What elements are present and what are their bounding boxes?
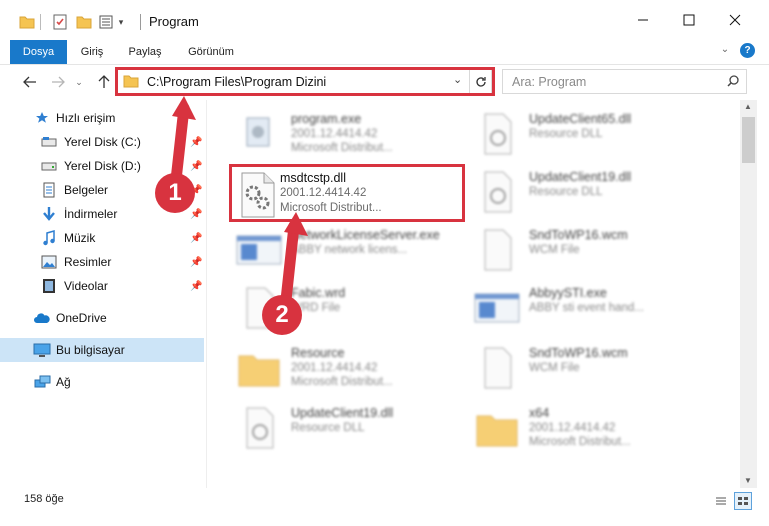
step-badge-2: 2 [262,295,302,335]
step-badge-1: 1 [155,173,195,213]
annotation-arrows [170,96,308,306]
